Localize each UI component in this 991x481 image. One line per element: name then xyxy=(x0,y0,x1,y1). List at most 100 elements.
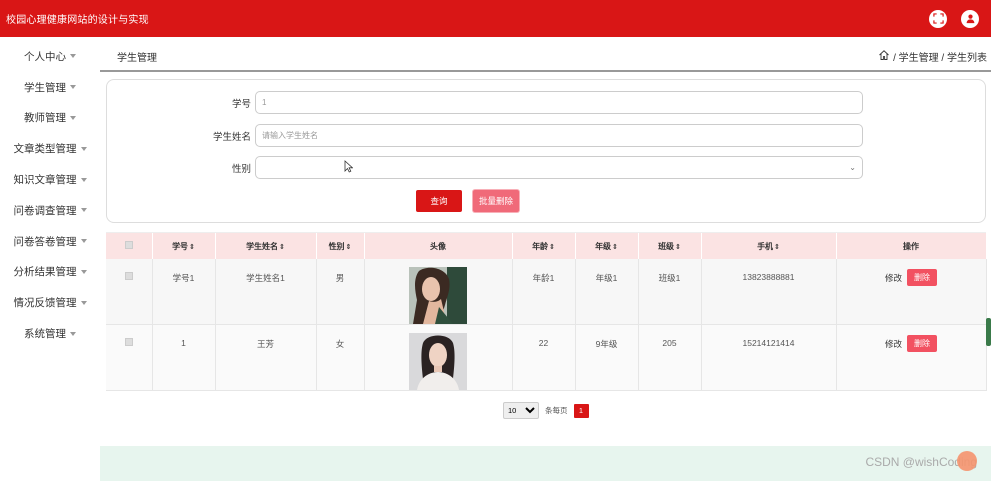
query-button[interactable]: 查询 xyxy=(416,190,462,212)
table-row: 学号1 学生姓名1 男 年龄1 年级1 班级1 13823888881 修改 删… xyxy=(106,259,987,325)
sidebar-item-student-management[interactable]: 学生管理 xyxy=(0,68,100,99)
cell-ops: 修改 删除 xyxy=(836,324,987,391)
sidebar-item-label: 个人中心 xyxy=(24,50,66,63)
sidebar-item-label: 系统管理 xyxy=(24,328,66,341)
top-bar: 校园心理健康网站的设计与实现 xyxy=(0,0,991,37)
col-label: 学生姓名 xyxy=(246,241,279,251)
student-name-label: 学生姓名 xyxy=(212,131,251,143)
cell-student-name: 王芳 xyxy=(215,324,317,391)
col-label: 操作 xyxy=(903,241,919,251)
sidebar-item-label: 文章类型管理 xyxy=(13,143,77,156)
batch-delete-button[interactable]: 批量删除 xyxy=(473,190,519,212)
app-title: 校园心理健康网站的设计与实现 xyxy=(6,15,149,26)
pagination: 10 条每页 1 xyxy=(503,402,589,419)
breadcrumb-path: / 学生管理 / 学生列表 xyxy=(893,52,987,64)
delete-button[interactable]: 删除 xyxy=(907,269,937,286)
col-age[interactable]: 年龄⇕ xyxy=(512,233,576,259)
row-checkbox[interactable] xyxy=(124,272,133,280)
select-all-cell xyxy=(106,233,153,259)
cell-age: 年龄1 xyxy=(512,259,576,325)
col-label: 性别 xyxy=(328,241,345,251)
col-label: 年级 xyxy=(595,241,612,251)
page-number-button[interactable]: 1 xyxy=(573,403,589,418)
sidebar-item-teacher-management[interactable]: 教师管理 xyxy=(0,99,100,130)
cell-student-no: 学号1 xyxy=(152,259,216,325)
sidebar-item-knowledge-article-management[interactable]: 知识文章管理 xyxy=(0,160,100,191)
col-label: 班级 xyxy=(658,241,675,251)
cell-phone: 13823888881 xyxy=(701,259,837,325)
caret-down-icon xyxy=(80,208,87,213)
student-no-input[interactable]: 1 xyxy=(255,91,863,114)
caret-down-icon xyxy=(80,300,87,305)
page-title: 学生管理 xyxy=(117,52,157,64)
top-icons xyxy=(929,9,979,28)
table-row: 1 王芳 女 22 9年级 205 15214121414 修改 删除 xyxy=(106,324,987,391)
home-icon[interactable] xyxy=(878,49,890,64)
student-photo xyxy=(409,333,467,390)
delete-button[interactable]: 删除 xyxy=(907,335,937,352)
cell-avatar xyxy=(364,324,513,391)
cell-gender: 女 xyxy=(316,324,365,391)
caret-down-icon xyxy=(70,54,76,59)
col-ops: 操作 xyxy=(836,233,987,259)
caret-down-icon xyxy=(80,177,87,182)
sort-icon: ⇕ xyxy=(549,243,555,251)
mouse-cursor-icon xyxy=(344,160,353,173)
cell-grade: 9年级 xyxy=(575,324,639,391)
cell-student-no: 1 xyxy=(152,324,216,391)
sidebar-item-label: 分析结果管理 xyxy=(13,266,77,279)
row-checkbox-cell xyxy=(106,324,153,391)
sidebar-item-feedback-management[interactable]: 情况反馈管理 xyxy=(0,283,100,314)
col-student-no[interactable]: 学号⇕ xyxy=(152,233,216,259)
caret-down-icon xyxy=(80,239,87,244)
sidebar-item-label: 教师管理 xyxy=(24,112,66,125)
sidebar-item-label: 情况反馈管理 xyxy=(13,297,77,310)
sidebar: 个人中心 学生管理 教师管理 文章类型管理 知识文章管理 问卷调查管理 问卷答卷… xyxy=(0,37,100,481)
floating-action-button[interactable] xyxy=(957,451,977,471)
col-avatar: 头像 xyxy=(364,233,513,259)
page-size-select[interactable]: 10 xyxy=(503,402,539,419)
edit-button[interactable]: 修改 xyxy=(885,339,902,349)
user-icon[interactable] xyxy=(961,9,979,28)
sidebar-item-questionnaire-management[interactable]: 问卷调查管理 xyxy=(0,191,100,222)
col-label: 手机 xyxy=(757,241,774,251)
caret-down-icon xyxy=(80,146,87,151)
col-student-name[interactable]: 学生姓名⇕ xyxy=(215,233,317,259)
edit-button[interactable]: 修改 xyxy=(885,273,902,283)
breadcrumb-bar: 学生管理 / 学生管理 / 学生列表 xyxy=(100,42,991,72)
per-page-label: 条每页 xyxy=(545,406,568,415)
sidebar-item-system-management[interactable]: 系统管理 xyxy=(0,314,100,345)
cell-gender: 男 xyxy=(316,259,365,325)
sidebar-item-analysis-result-management[interactable]: 分析结果管理 xyxy=(0,253,100,284)
student-name-input[interactable]: 请输入学生姓名 xyxy=(255,124,863,147)
sidebar-item-article-type-management[interactable]: 文章类型管理 xyxy=(0,129,100,160)
col-class[interactable]: 班级⇕ xyxy=(638,233,702,259)
col-label: 头像 xyxy=(430,241,446,251)
gender-label: 性别 xyxy=(231,163,251,175)
student-no-row: 学号 1 xyxy=(107,91,863,114)
sort-icon: ⇕ xyxy=(279,243,285,251)
student-no-label: 学号 xyxy=(231,98,251,110)
sidebar-item-answer-sheet-management[interactable]: 问卷答卷管理 xyxy=(0,222,100,253)
caret-down-icon xyxy=(70,115,76,120)
caret-down-icon xyxy=(80,269,87,274)
select-all-checkbox[interactable] xyxy=(124,241,133,249)
cell-phone: 15214121414 xyxy=(701,324,837,391)
chevron-down-icon: ⌄ xyxy=(849,163,856,172)
student-name-row: 学生姓名 请输入学生姓名 xyxy=(107,124,863,147)
col-label: 年龄 xyxy=(532,241,549,251)
caret-down-icon xyxy=(70,331,76,336)
scrollbar-thumb[interactable] xyxy=(986,318,991,346)
cell-age: 22 xyxy=(512,324,576,391)
col-phone[interactable]: 手机⇕ xyxy=(701,233,837,259)
sort-icon: ⇕ xyxy=(189,243,195,251)
sidebar-item-personal-center[interactable]: 个人中心 xyxy=(0,37,100,68)
cell-class: 205 xyxy=(638,324,702,391)
col-grade[interactable]: 年级⇕ xyxy=(575,233,639,259)
col-label: 学号 xyxy=(172,241,189,251)
fullscreen-icon[interactable] xyxy=(929,9,947,28)
search-panel: 学号 1 学生姓名 请输入学生姓名 性别 ⌄ 查询 批量删除 xyxy=(106,79,986,223)
row-checkbox[interactable] xyxy=(124,338,133,346)
sort-icon: ⇕ xyxy=(774,243,780,251)
col-gender[interactable]: 性别⇕ xyxy=(316,233,365,259)
